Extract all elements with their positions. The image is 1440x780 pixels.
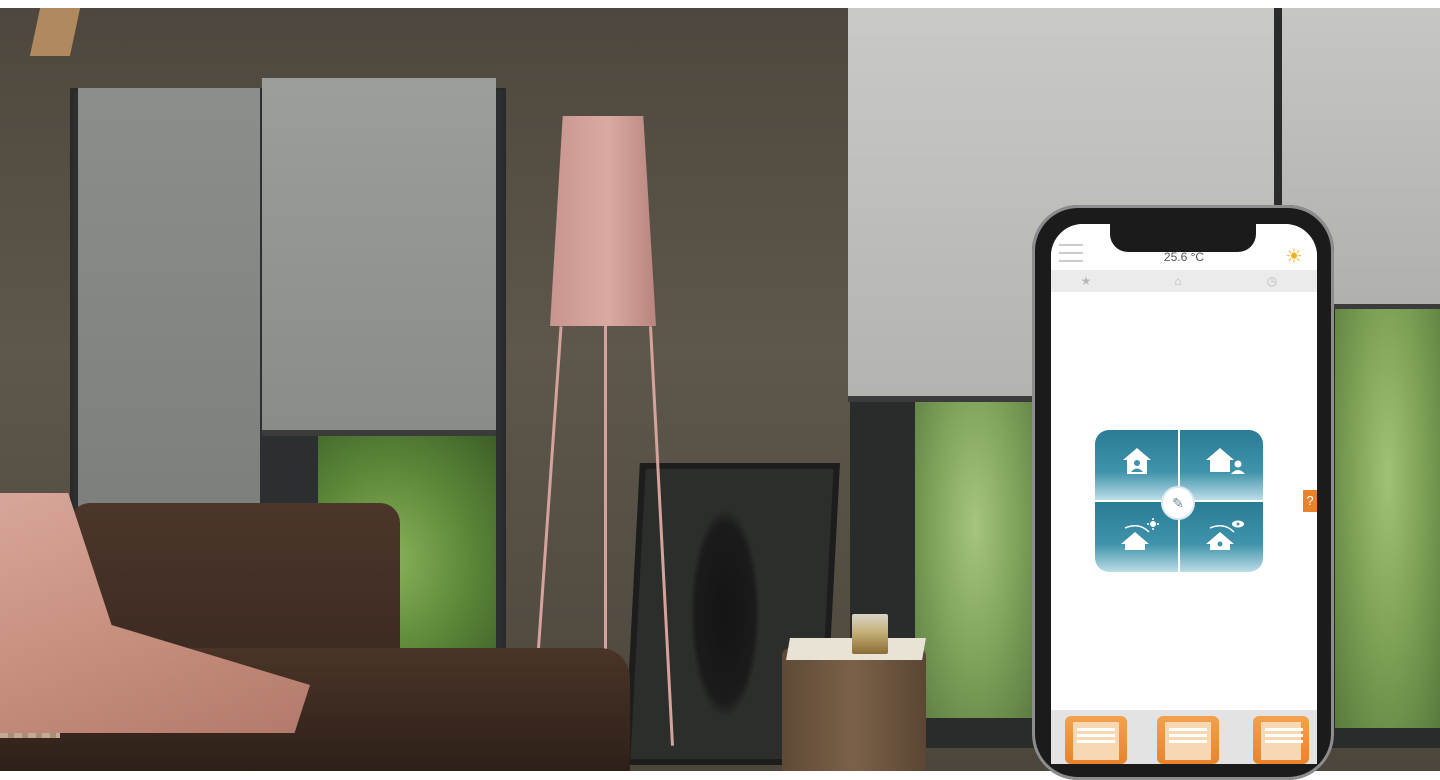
house-eye-icon	[1206, 520, 1244, 550]
garden-view-far-right	[1335, 308, 1440, 728]
curtain-open-icon	[1261, 722, 1303, 760]
garden-view-right	[915, 398, 1035, 718]
house-sun-icon	[1121, 518, 1159, 550]
house-person-inside-icon	[1123, 448, 1151, 474]
roller-blind-2	[262, 78, 496, 436]
hamburger-menu-icon[interactable]	[1059, 244, 1083, 262]
clock-icon[interactable]: ◷	[1263, 272, 1281, 290]
star-icon[interactable]: ★	[1077, 272, 1095, 290]
house-person-away-icon	[1206, 448, 1245, 474]
blind-down-button[interactable]	[1065, 716, 1127, 764]
pencil-icon[interactable]: ✎	[1163, 488, 1193, 518]
temperature-readout: 25.6 °C	[1163, 250, 1205, 264]
feather-art	[690, 508, 760, 718]
blind-up-button[interactable]	[1157, 716, 1219, 764]
scene-home[interactable]	[1095, 430, 1178, 500]
blind-down-icon	[1073, 722, 1119, 760]
blind-up-icon	[1165, 722, 1211, 760]
scene-privacy[interactable]	[1180, 502, 1263, 572]
app-screen: 25.6 °C ☀ ★ ⌂ ◷ ✎	[1051, 224, 1317, 764]
tree-stump-table	[782, 648, 926, 771]
room-icon[interactable]: ⌂	[1169, 272, 1187, 290]
floor-lamp-shade	[550, 116, 656, 326]
question-icon[interactable]: ?	[1303, 490, 1317, 512]
curtain-open-button[interactable]	[1253, 716, 1309, 764]
scene-away[interactable]	[1180, 430, 1263, 500]
phone-notch	[1110, 216, 1256, 252]
drink-glass	[852, 614, 888, 654]
roller-blind-1	[78, 88, 260, 518]
sun-icon[interactable]: ☀	[1283, 246, 1305, 268]
lamp-leg	[604, 326, 607, 696]
